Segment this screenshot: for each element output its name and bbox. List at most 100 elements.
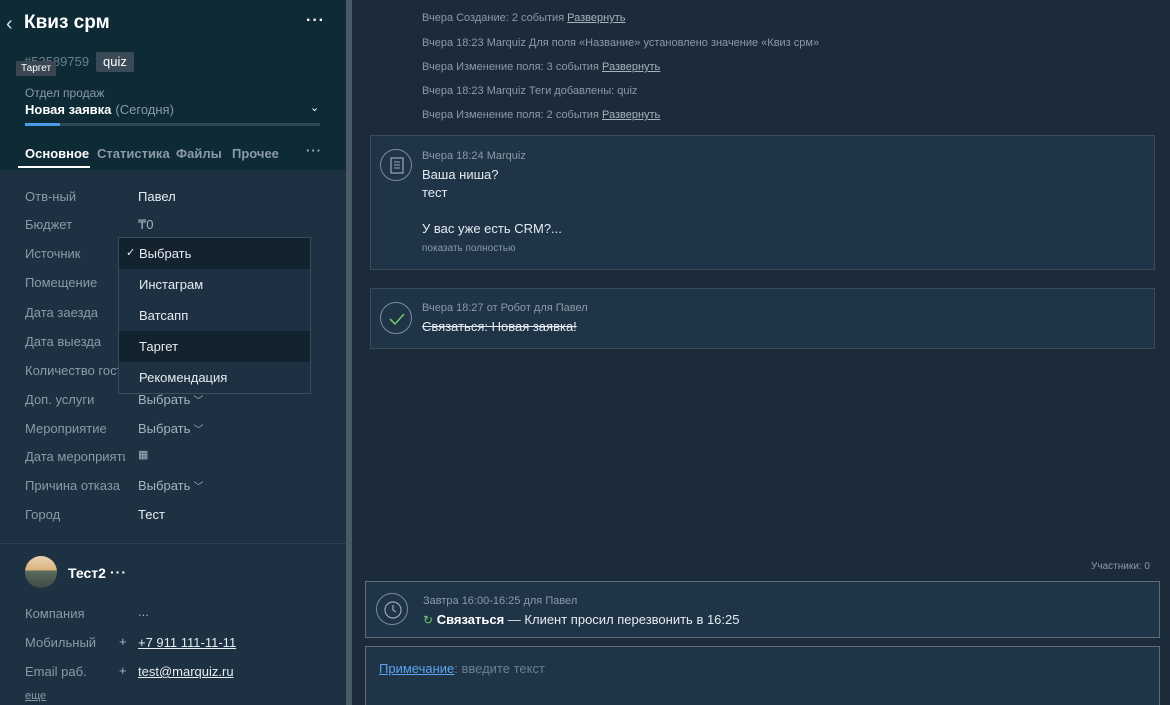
- field-value-budget[interactable]: ₸0: [138, 217, 154, 233]
- note-type-link[interactable]: Примечание: [379, 661, 454, 676]
- back-chevron-icon[interactable]: ‹: [6, 13, 13, 36]
- feed-event: Вчера 18:23 Marquiz Для поля «Название» …: [422, 37, 819, 49]
- field-value-city[interactable]: Тест: [138, 507, 165, 522]
- field-label-event: Мероприятие: [25, 421, 107, 436]
- task-text: — Клиент просил перезвонить в 16:25: [504, 612, 740, 627]
- dropdown-option-recommendation[interactable]: Рекомендация: [119, 362, 310, 393]
- task-text: Связаться: Новая заявка!: [422, 319, 577, 334]
- field-label-company: Компания: [25, 606, 85, 621]
- field-label-city: Город: [25, 507, 61, 522]
- note-line: тест: [422, 185, 448, 200]
- add-phone-icon[interactable]: +: [119, 634, 127, 649]
- stage-name: Новая заявка: [25, 102, 112, 117]
- note-input-box[interactable]: Примечание: введите текст: [365, 646, 1160, 705]
- note-line: Ваша ниша?: [422, 167, 499, 182]
- tooltip: Таргет: [16, 61, 57, 76]
- field-label-guests-count: Количество гостей: [25, 363, 125, 378]
- participants-count[interactable]: Участники: 0: [1091, 561, 1150, 572]
- document-icon: [380, 149, 412, 181]
- field-label-email: Email раб.: [25, 664, 87, 679]
- feed-completed-task-card: Вчера 18:27 от Робот для Павел Связаться…: [370, 288, 1155, 349]
- feed-event: Вчера Создание: 2 события Развернуть: [422, 12, 625, 24]
- field-select-extra-services[interactable]: Выбрать ﹀: [138, 392, 203, 407]
- tab-files[interactable]: Файлы: [176, 146, 222, 161]
- expand-link[interactable]: Развернуть: [602, 109, 660, 121]
- dropdown-option-select[interactable]: ✓ Выбрать: [119, 238, 310, 269]
- dropdown-option-target[interactable]: Таргет: [119, 331, 310, 362]
- option-label: Ватсапп: [139, 308, 189, 323]
- tab-other[interactable]: Прочее: [232, 146, 279, 161]
- select-value: Выбрать: [138, 421, 191, 436]
- event-text: Вчера Изменение поля: 3 события: [422, 61, 599, 73]
- task-line: ↻ Связаться — Клиент просил перезвонить …: [423, 612, 740, 627]
- dropdown-option-whatsapp[interactable]: Ватсапп: [119, 300, 310, 331]
- tab-main[interactable]: Основное: [25, 146, 89, 161]
- contact-more-icon[interactable]: ···: [110, 564, 127, 580]
- option-label: Таргет: [139, 339, 179, 354]
- field-label-checkin-date: Дата заезда: [25, 305, 99, 320]
- chevron-down-icon: ﹀: [193, 425, 204, 436]
- clock-icon: [376, 593, 408, 625]
- task-meta: Вчера 18:27 от Робот для Павел: [422, 302, 588, 314]
- event-text: Вчера 18:23 Marquiz Для поля «Название» …: [422, 37, 820, 49]
- expand-link[interactable]: Развернуть: [567, 12, 625, 24]
- dropdown-option-instagram[interactable]: Инстаграм: [119, 269, 310, 300]
- note-meta: Вчера 18:24 Marquiz: [422, 150, 526, 162]
- field-label-event-date: Дата мероприятия: [25, 449, 125, 464]
- source-dropdown: ✓ Выбрать Инстаграм Ватсапп Таргет Рекоме…: [118, 237, 311, 394]
- contact-name[interactable]: Тест2: [68, 565, 106, 581]
- active-tab-indicator: [18, 166, 90, 168]
- field-label-budget: Бюджет: [25, 217, 73, 232]
- panel-scrollbar[interactable]: [346, 0, 352, 705]
- more-fields-link[interactable]: еще: [25, 690, 46, 702]
- check-circle-icon: [380, 302, 412, 334]
- field-label-responsible: Отв-ный: [25, 189, 77, 204]
- pipeline-label: Отдел продаж: [25, 86, 105, 100]
- field-label-room: Помещение: [25, 275, 98, 290]
- section-divider: [0, 543, 346, 544]
- field-label-checkout-date: Дата выезда: [25, 334, 102, 349]
- field-label-reject-reason: Причина отказа: [25, 478, 121, 493]
- event-text: Вчера Создание: 2 события: [422, 12, 565, 24]
- contact-phone-link[interactable]: +7 911 111-11-11: [138, 635, 236, 650]
- field-select-event[interactable]: Выбрать ﹀: [138, 421, 203, 436]
- stage-progress-fill: [25, 123, 61, 126]
- field-label-phone: Мобильный: [25, 635, 97, 650]
- upcoming-task-card[interactable]: Завтра 16:00-16:25 для Павел ↻ Связаться…: [365, 581, 1160, 638]
- note-line: У вас уже есть CRM?...: [422, 221, 562, 236]
- check-icon: ✓: [126, 247, 136, 259]
- contact-avatar[interactable]: [25, 556, 57, 588]
- option-label: Рекомендация: [139, 370, 228, 385]
- chevron-down-icon: ﹀: [193, 482, 204, 493]
- field-value-company[interactable]: ...: [138, 604, 149, 619]
- lead-more-icon[interactable]: ···: [306, 12, 325, 30]
- task-meta: Завтра 16:00-16:25 для Павел: [423, 595, 578, 607]
- tab-statistics[interactable]: Статистика: [97, 146, 170, 161]
- contact-email-link[interactable]: test@marquiz.ru: [138, 664, 234, 679]
- field-label-source: Источник: [25, 246, 81, 261]
- field-select-reject-reason[interactable]: Выбрать ﹀: [138, 478, 203, 493]
- tabs-more-icon[interactable]: ···: [306, 143, 322, 158]
- lead-header: ‹ Квиз срм ··· #53589759 quiz Таргет Отд…: [0, 0, 346, 170]
- lead-title[interactable]: Квиз срм: [24, 12, 110, 34]
- select-value: Выбрать: [138, 392, 191, 407]
- feed-event: Вчера Изменение поля: 3 события Разверну…: [422, 61, 660, 73]
- show-full-link[interactable]: показать полностью: [422, 243, 515, 254]
- chevron-down-icon: ﹀: [193, 396, 204, 407]
- option-label: Инстаграм: [139, 277, 204, 292]
- expand-link[interactable]: Развернуть: [602, 61, 660, 73]
- lead-card-panel: ‹ Квиз срм ··· #53589759 quiz Таргет Отд…: [0, 0, 346, 705]
- note-input[interactable]: Примечание: введите текст: [379, 660, 545, 678]
- field-label-extra-services: Доп. услуги: [25, 392, 95, 407]
- calendar-icon[interactable]: ▦: [138, 448, 148, 461]
- stage-chevron-down-icon[interactable]: ⌄: [310, 101, 319, 114]
- task-type: Связаться: [436, 612, 505, 627]
- stage-selector[interactable]: Новая заявка (Сегодня): [25, 102, 174, 117]
- field-value-responsible[interactable]: Павел: [138, 189, 176, 204]
- event-text: Вчера 18:23 Marquiz Теги добавлены: quiz: [422, 85, 638, 97]
- add-email-icon[interactable]: +: [119, 663, 127, 678]
- feed-event: Вчера 18:23 Marquiz Теги добавлены: quiz: [422, 85, 637, 97]
- tag-quiz[interactable]: quiz: [96, 52, 134, 72]
- stage-date: (Сегодня): [115, 102, 174, 117]
- select-value: Выбрать: [138, 478, 191, 493]
